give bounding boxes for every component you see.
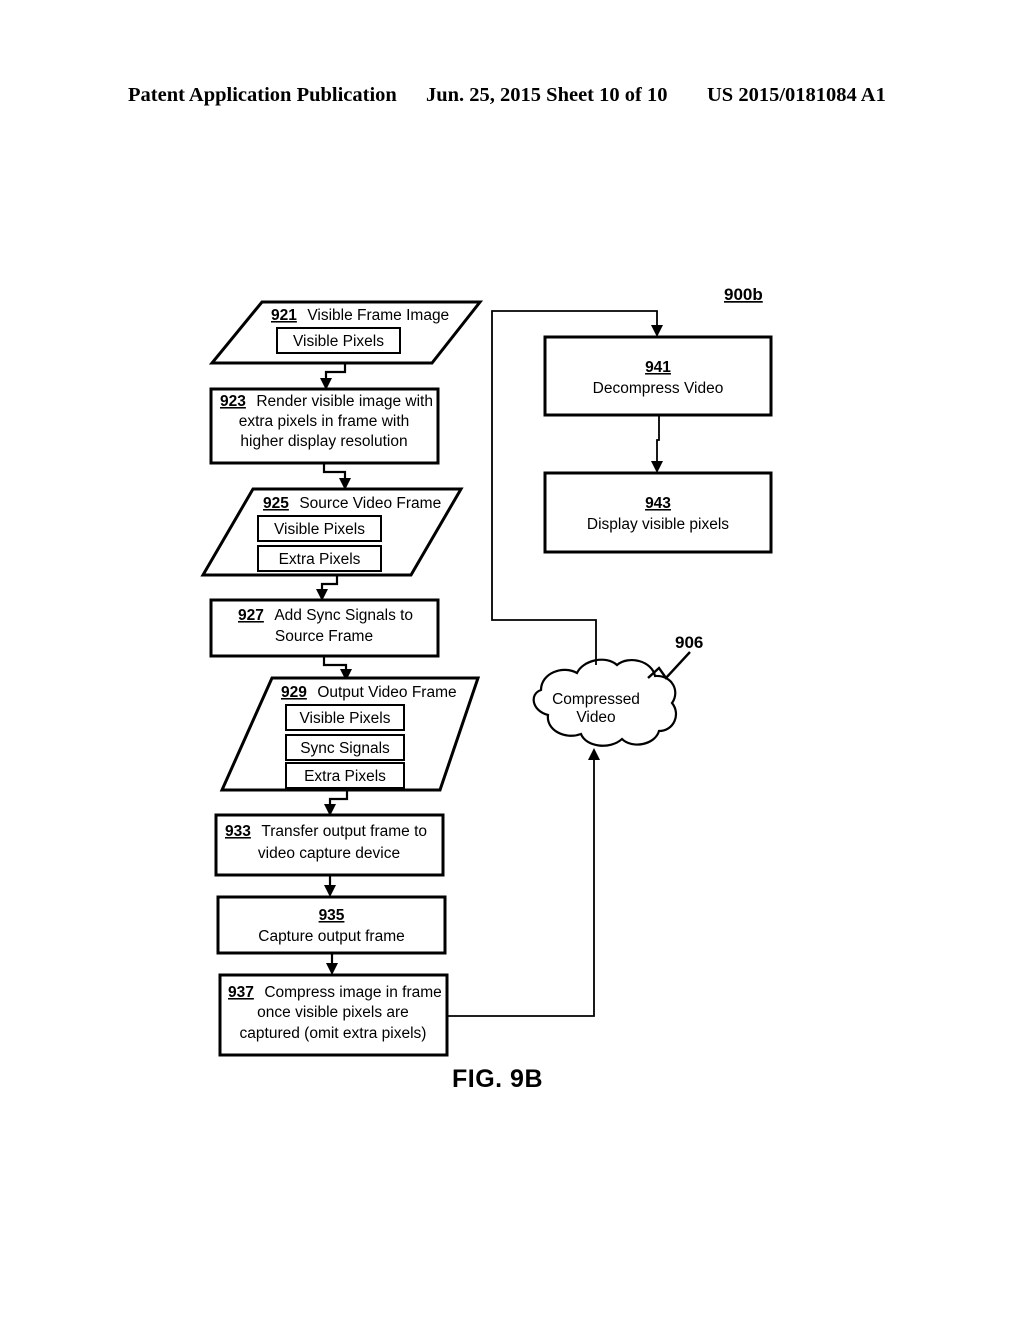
connector-935-to-937 — [326, 953, 338, 975]
svg-text:929 Output Video Frame: 929 Output Video Frame — [281, 684, 457, 701]
node-923-render-visible-image: 923 Render visible image with extra pixe… — [209, 387, 440, 465]
node-937-compress-image: 937 Compress image in frame once visible… — [218, 973, 449, 1057]
svg-text:925 Source Video Frame: 925 Source Video Frame — [263, 495, 441, 512]
node-941-ref: 941 — [645, 359, 671, 376]
node-935-ref: 935 — [319, 907, 345, 924]
node-927-line-0: Add Sync Signals to — [274, 607, 413, 624]
connector-933-to-935 — [324, 875, 336, 897]
connector-923-to-925 — [322, 463, 351, 490]
node-925-title: Source Video Frame — [299, 495, 441, 512]
node-925-source-video-frame: 925 Source Video Frame Visible Pixels Ex… — [200, 487, 464, 577]
node-923-line-0: Render visible image with — [256, 393, 433, 410]
node-929-item-2-label: Extra Pixels — [304, 768, 386, 785]
cloud-tag-906: 906 — [675, 633, 703, 652]
node-929-output-video-frame: 929 Output Video Frame Visible Pixels Sy… — [219, 676, 481, 792]
svg-text:921 Visible Frame Imag: 921 Visible Frame Image — [271, 307, 449, 324]
node-925-item-0-label: Visible Pixels — [274, 521, 365, 538]
node-941-line-0: Decompress Video — [593, 380, 724, 397]
connector-925-to-927 — [316, 575, 339, 601]
node-943-ref: 943 — [645, 495, 671, 512]
node-927-ref: 927 — [238, 607, 264, 624]
node-943-line-0: Display visible pixels — [587, 516, 729, 533]
node-943-display-visible-pixels: 943 Display visible pixels — [543, 471, 773, 554]
node-921-visible-frame-image: 921 Visible Frame Image Visible Pixels — [208, 300, 484, 365]
node-927-line-1: Source Frame — [275, 628, 373, 645]
node-929-item-0-label: Visible Pixels — [299, 710, 390, 727]
cloud-906-line-1: Video — [576, 709, 615, 726]
node-923-line-2: higher display resolution — [240, 433, 407, 450]
node-937-line-1: once visible pixels are — [257, 1004, 409, 1021]
diagram-tag-900b: 900b — [724, 285, 763, 304]
node-935-capture-output-frame: 935 Capture output frame — [216, 895, 447, 955]
patent-page: Patent Application Publication Jun. 25, … — [0, 0, 1024, 1320]
node-925-ref: 925 — [263, 495, 289, 512]
connector-929-to-933 — [324, 790, 349, 816]
node-921-item-0-label: Visible Pixels — [293, 333, 384, 350]
node-941-shape — [543, 335, 773, 417]
node-927-add-sync-signals: 927 Add Sync Signals to Source Frame — [209, 598, 440, 658]
node-933-ref: 933 — [225, 823, 251, 840]
node-937-line-0: Compress image in frame — [264, 984, 441, 1001]
connector-937-to-cloud — [447, 748, 600, 1017]
cloud-906-line-0: Compressed — [552, 691, 640, 708]
connector-921-to-923 — [320, 363, 347, 390]
figure-caption: FIG. 9B — [452, 1065, 543, 1093]
node-933-line-0: Transfer output frame to — [261, 823, 427, 840]
svg-text:927 Add Sync Signals t: 927 Add Sync Signals to — [238, 607, 413, 624]
node-925-item-1-label: Extra Pixels — [279, 551, 361, 568]
figure-9b-flowchart: 900b 921 Visible Frame Image Visible Pix… — [200, 285, 773, 1093]
node-937-line-2: captured (omit extra pixels) — [240, 1025, 427, 1042]
node-937-ref: 937 — [228, 984, 254, 1001]
node-933-line-1: video capture device — [258, 845, 400, 862]
node-941-decompress-video: 941 Decompress Video — [543, 335, 773, 417]
connector-941-to-943 — [651, 415, 663, 473]
node-929-ref: 929 — [281, 684, 307, 701]
node-923-line-1: extra pixels in frame with — [239, 413, 410, 430]
node-935-line-0: Capture output frame — [258, 928, 404, 945]
node-929-title: Output Video Frame — [317, 684, 456, 701]
svg-text:933 Transfer output fr: 933 Transfer output frame to — [225, 823, 427, 840]
node-929-item-1-label: Sync Signals — [300, 740, 390, 757]
node-921-title: Visible Frame Image — [307, 307, 449, 324]
node-923-ref: 923 — [220, 393, 246, 410]
node-933-transfer-output-frame: 933 Transfer output frame to video captu… — [214, 813, 445, 877]
node-943-shape — [543, 471, 773, 554]
node-921-ref: 921 — [271, 307, 297, 324]
leader-906: 906 — [647, 633, 703, 680]
